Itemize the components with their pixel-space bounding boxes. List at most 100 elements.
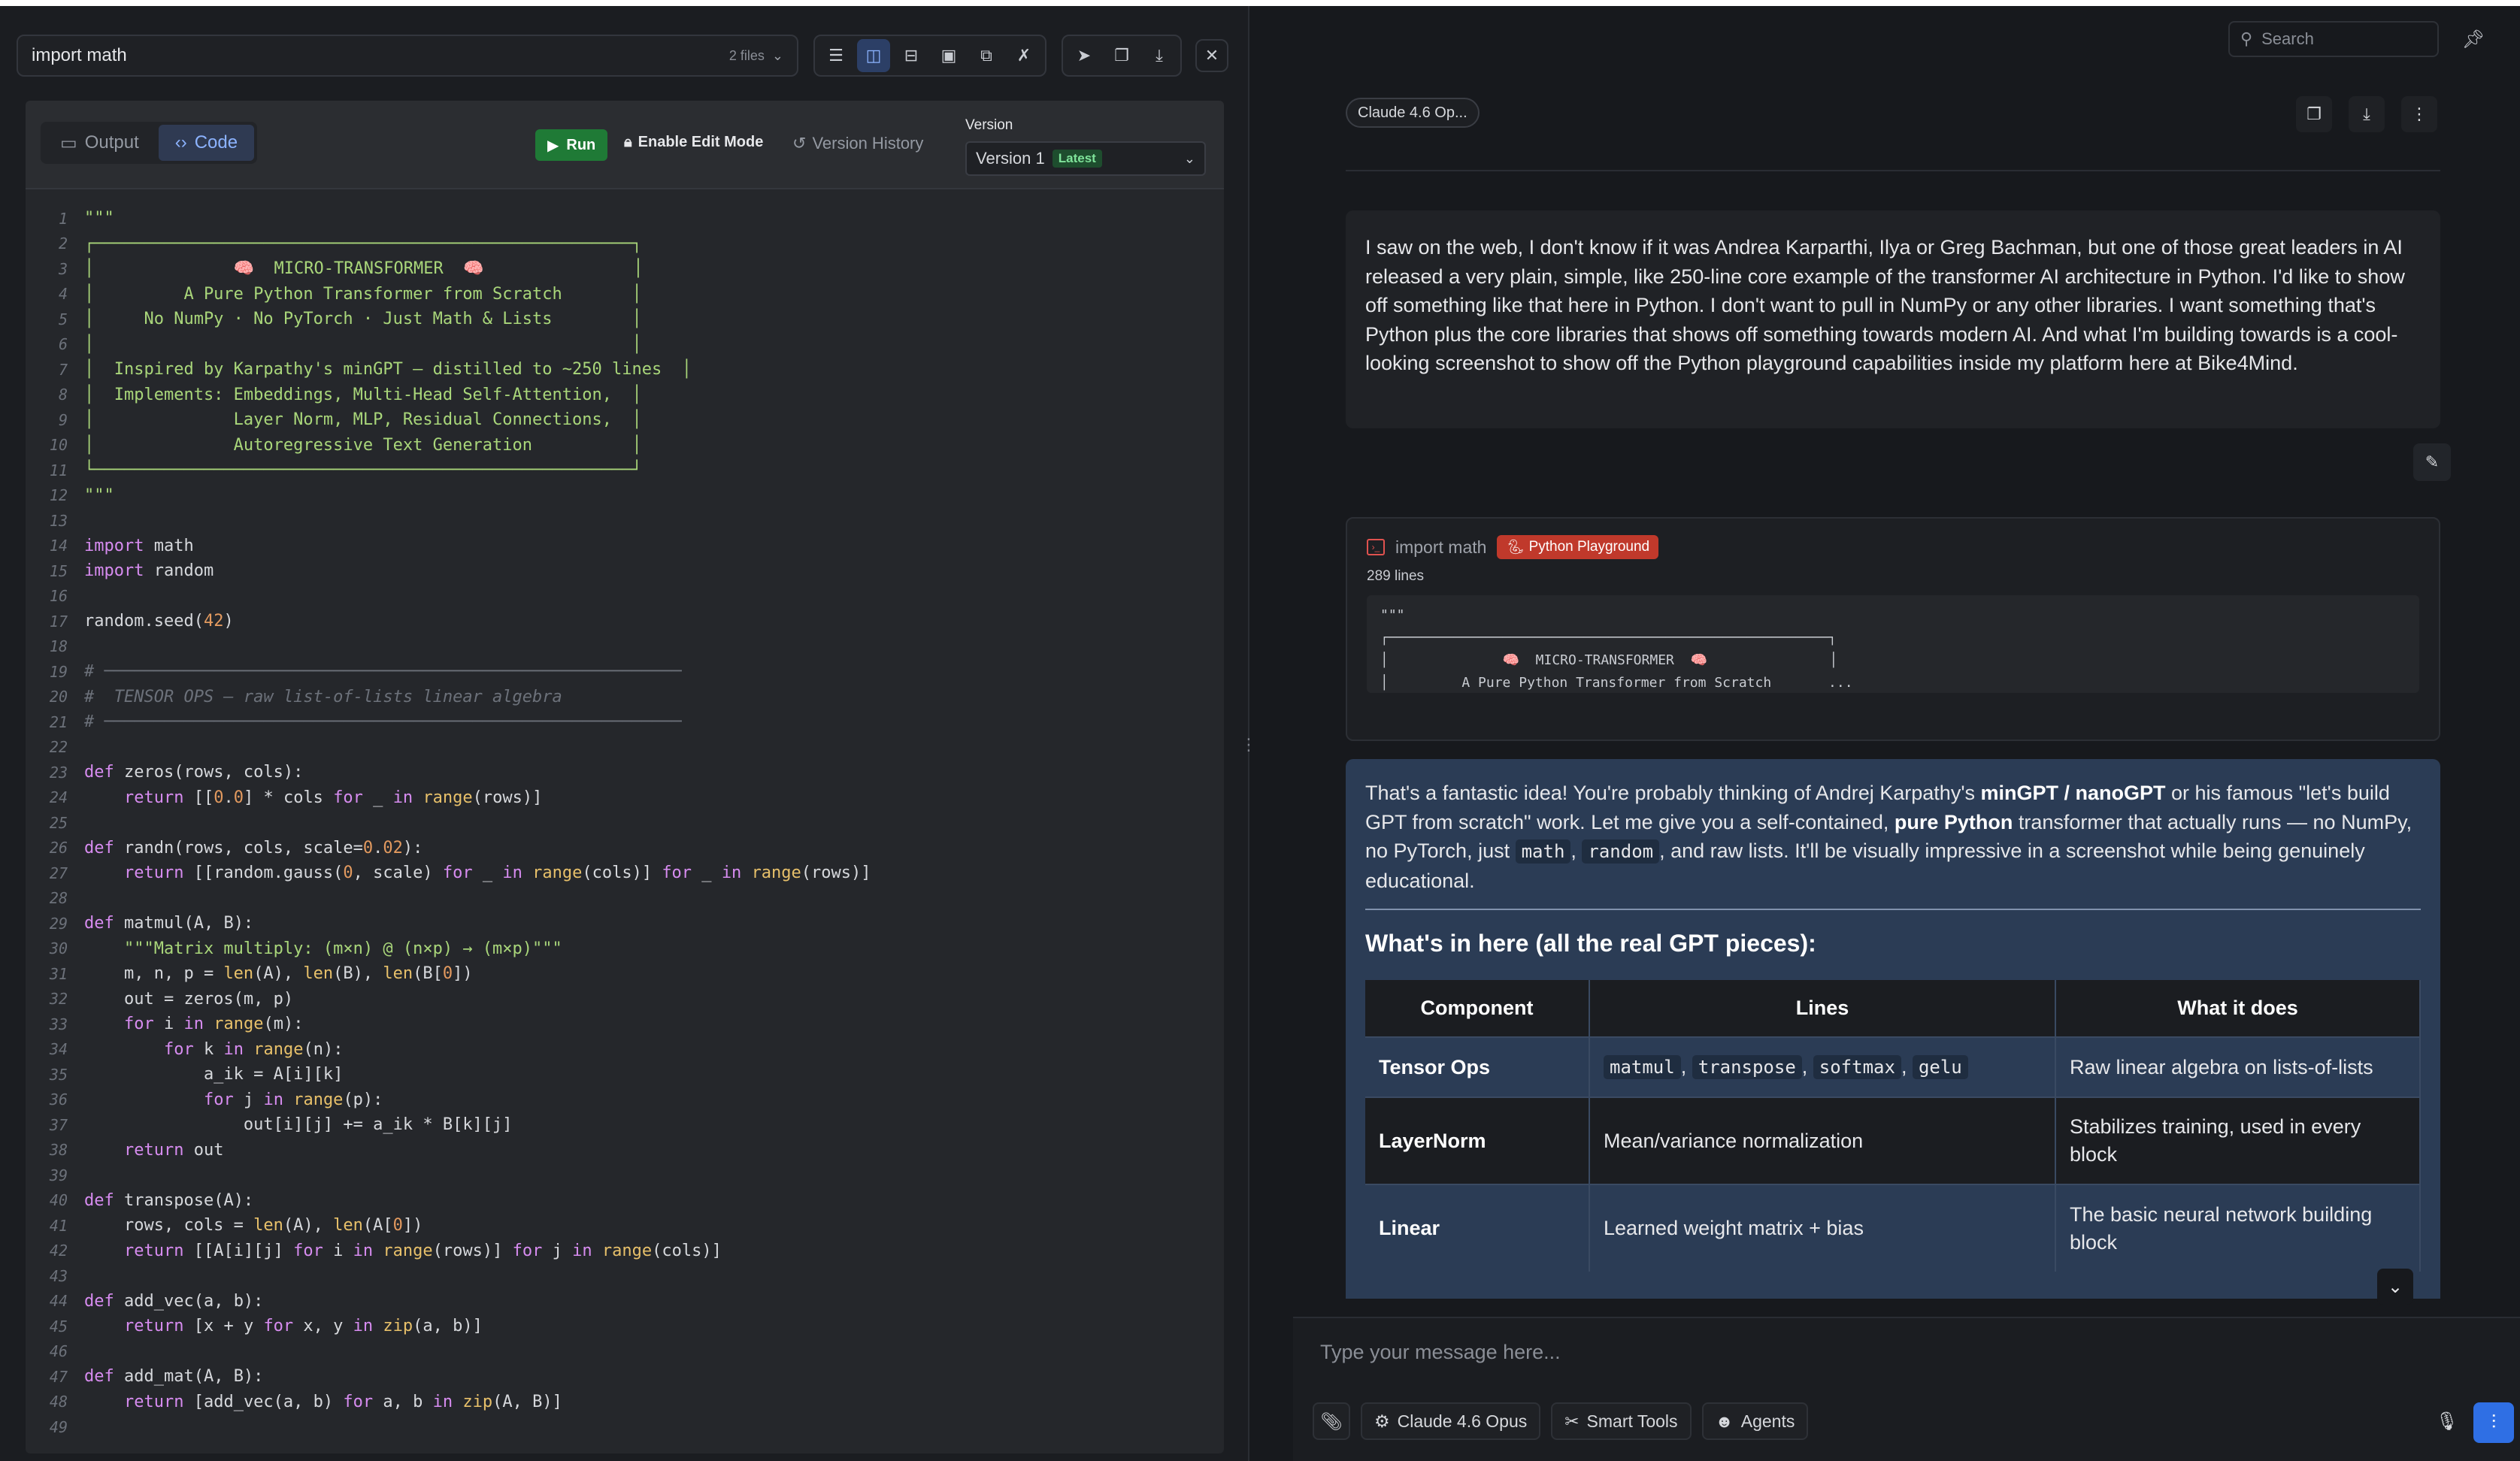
tab-output[interactable]: ▭ Output — [44, 125, 156, 161]
download-icon[interactable]: ⤓ — [1143, 39, 1176, 72]
enable-edit-mode-button[interactable]: 🔒︎ Enable Edit Mode — [624, 134, 763, 151]
model-selector-button[interactable]: ⚙ Claude 4.6 Opus — [1361, 1402, 1541, 1440]
line-number: 5 — [58, 310, 68, 328]
message-input[interactable]: Type your message here... — [1320, 1341, 1561, 1364]
file-name: import math — [32, 45, 127, 65]
line-number: 20 — [49, 688, 68, 706]
tab-output-label: Output — [84, 132, 139, 153]
line-number: 34 — [49, 1040, 68, 1059]
code-line: 30 """Matrix multiply: (m×n) @ (n×p) → (… — [26, 936, 1224, 962]
no-wrap-icon[interactable]: ✗ — [1007, 39, 1040, 72]
components-table: Component Lines What it does Tensor Ops … — [1365, 980, 2421, 1272]
code-line: 15 import random — [26, 558, 1224, 584]
split-horizontal-icon[interactable]: ◫ — [857, 39, 890, 72]
message-composer: Type your message here... 📎︎ ⚙ Claude 4.… — [1293, 1317, 2520, 1461]
code-line: 26 def randn(rows, cols, scale=0.02): — [26, 836, 1224, 861]
line-number: 48 — [49, 1393, 68, 1411]
user-message: I saw on the web, I don't know if it was… — [1346, 210, 2440, 428]
line-number: 27 — [49, 864, 68, 882]
microphone-icon[interactable]: 🎙︎ — [2428, 1402, 2466, 1440]
line-number: 36 — [49, 1090, 68, 1109]
list-icon[interactable]: ☰ — [819, 39, 853, 72]
search-input[interactable]: ⚲ Search — [2228, 21, 2439, 57]
code-line: 48 return [add_vec(a, b) for a, b in zip… — [26, 1390, 1224, 1415]
picture-in-picture-icon[interactable]: ▣ — [932, 39, 965, 72]
inline-code: transpose — [1692, 1055, 1802, 1079]
table-row: Tensor Ops matmul, transpose, softmax, g… — [1365, 1036, 2421, 1097]
version-history-button[interactable]: ↺ Version History — [792, 134, 923, 153]
line-number: 25 — [49, 813, 68, 832]
code-text: return out — [123, 1140, 224, 1160]
badge-label: Python Playground — [1528, 539, 1650, 555]
more-options-icon[interactable]: ⋮ — [2401, 96, 2437, 132]
list-separator: , — [1901, 1055, 1913, 1078]
artifact-card[interactable]: ›_ import math 🐍︎ Python Playground 289 … — [1346, 517, 2440, 741]
line-number: 13 — [49, 511, 68, 530]
model-chip[interactable]: Claude 4.6 Op... — [1346, 98, 1480, 128]
line-number: 38 — [49, 1141, 68, 1160]
intro-bold: pure Python — [1894, 810, 2013, 833]
table-cell: matmul, transpose, softmax, gelu — [1589, 1036, 2056, 1097]
pin-icon[interactable]: 📌︎ — [2455, 21, 2491, 57]
code-line: 31 m, n, p = len(A), len(B), len(B[0]) — [26, 961, 1224, 987]
file-selector[interactable]: import math 2 files ⌄ — [17, 35, 798, 77]
code-line: 6 │ │ — [26, 332, 1224, 358]
voice-send-button[interactable]: ⫶ — [2473, 1402, 2514, 1443]
line-number: 40 — [49, 1191, 68, 1210]
inline-code: softmax — [1813, 1055, 1901, 1079]
code-text: import math — [84, 536, 194, 555]
history-icon: ↺ — [792, 134, 807, 153]
list-separator: , — [1801, 1055, 1813, 1078]
view-tabs: ▭ Output ‹› Code — [41, 122, 258, 164]
list-separator: , — [1680, 1055, 1692, 1078]
code-line: 39 — [26, 1163, 1224, 1188]
code-text: │ No NumPy · No PyTorch · Just Math & Li… — [84, 310, 642, 329]
tab-code[interactable]: ‹› Code — [158, 125, 255, 161]
code-lines[interactable]: 1 """ 2 ┌──────────────────────────────────… — [26, 206, 1224, 1453]
code-line: 21 # ────────────────────────────────────… — [26, 709, 1224, 735]
edit-icon[interactable]: ✎ — [2413, 443, 2451, 481]
line-number: 39 — [49, 1166, 68, 1184]
line-number: 4 — [58, 285, 68, 304]
send-icon[interactable]: ➤ — [1068, 39, 1101, 72]
code-text: return [add_vec(a, b) for a, b in zip(A,… — [123, 1392, 562, 1411]
code-line: 20 # TENSOR OPS — raw list-of-lists linea… — [26, 685, 1224, 710]
line-number: 1 — [58, 209, 68, 228]
output-icon: ▭ — [60, 132, 77, 153]
table-row: Linear Learned weight matrix + bias The … — [1365, 1184, 2421, 1272]
code-text: """Matrix multiply: (m×n) @ (n×p) → (m×p… — [84, 939, 562, 958]
agents-button[interactable]: ☻ Agents — [1701, 1402, 1809, 1440]
line-number: 31 — [49, 964, 68, 983]
smart-tools-label: Smart Tools — [1586, 1411, 1678, 1431]
close-button[interactable]: ✕ — [1195, 39, 1228, 72]
line-number: 32 — [49, 990, 68, 1009]
window-top-border — [0, 0, 2520, 6]
code-text: return [[random.gauss(0, scale) for _ in… — [123, 864, 871, 883]
attach-icon[interactable]: 📎︎ — [1313, 1402, 1350, 1440]
line-number: 30 — [49, 939, 68, 958]
code-text: │ Layer Norm, MLP, Residual Connections,… — [84, 410, 642, 430]
file-count: 2 files — [728, 47, 765, 63]
copy-icon[interactable]: ❐ — [2296, 96, 2332, 132]
download-icon[interactable]: ⤓ — [2349, 96, 2385, 132]
table-cell: The basic neural network building block — [2055, 1184, 2421, 1272]
line-number: 12 — [49, 486, 68, 505]
python-playground-badge: 🐍︎ Python Playground — [1497, 535, 1659, 559]
code-text: """ — [84, 485, 114, 505]
run-button[interactable]: ▶ Run — [535, 129, 608, 161]
copy-icon[interactable]: ❐ — [1105, 39, 1138, 72]
code-line: 14 import math — [26, 534, 1224, 559]
scroll-to-bottom-icon[interactable]: ⌄ — [2377, 1269, 2413, 1305]
code-line: 37 out[i][j] += a_ik * B[k][j] — [26, 1112, 1224, 1138]
version-select[interactable]: Version 1 Latest ⌄ — [965, 141, 1206, 176]
code-text: def matmul(A, B): — [84, 914, 254, 933]
code-line: 23 def zeros(rows, cols): — [26, 760, 1224, 785]
external-link-icon[interactable]: ⧉ — [970, 39, 1003, 72]
line-number: 44 — [49, 1292, 68, 1311]
line-number: 26 — [49, 839, 68, 858]
smart-tools-button[interactable]: ✂ Smart Tools — [1551, 1402, 1692, 1440]
artifact-header: ›_ import math 🐍︎ Python Playground — [1367, 535, 2419, 559]
code-line: 22 — [26, 735, 1224, 761]
chevron-down-icon: ⌄ — [1183, 150, 1195, 166]
split-vertical-icon[interactable]: ⊟ — [895, 39, 928, 72]
